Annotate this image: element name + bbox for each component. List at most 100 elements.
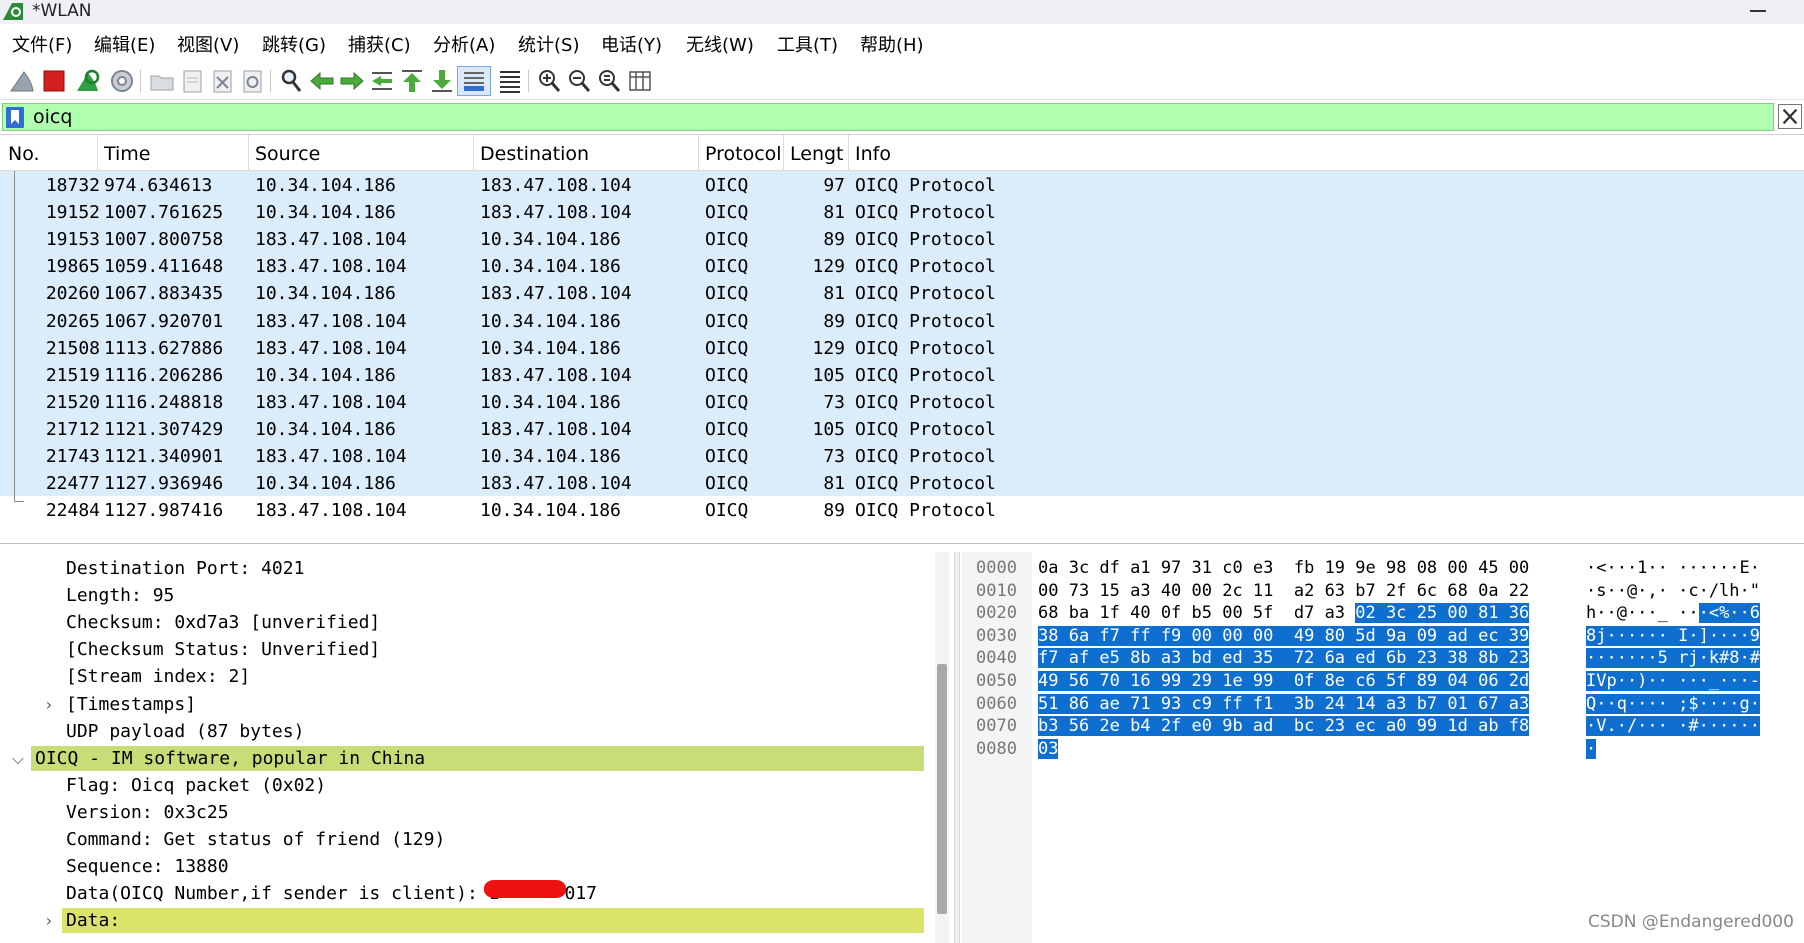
clear-filter-icon[interactable] (1778, 104, 1802, 129)
chevron-right-icon[interactable]: › (40, 911, 58, 930)
restart-capture-icon[interactable] (74, 67, 102, 95)
bytes-hex[interactable]: 00 73 15 a3 40 00 2c 11 a2 63 b7 2f 6c 6… (1038, 581, 1529, 601)
detail-row[interactable]: UDP payload (87 bytes) (0, 718, 930, 745)
menu-wireless[interactable]: 无线(W) (686, 31, 754, 57)
menu-go[interactable]: 跳转(G) (262, 31, 326, 57)
packet-row[interactable]: 21519 1116.206286 10.34.104.186 183.47.108.… (0, 363, 1804, 390)
detail-row[interactable]: Length: 95 (0, 582, 930, 609)
detail-row[interactable]: › [Timestamps] (0, 691, 930, 718)
column-header-source[interactable]: Source (255, 143, 320, 165)
cell-protocol: OICQ (705, 500, 749, 522)
bookmark-icon[interactable] (6, 107, 24, 128)
menu-analyze[interactable]: 分析(A) (433, 31, 495, 57)
detail-row[interactable]: [Checksum Status: Unverified] (0, 636, 930, 663)
chevron-down-icon[interactable]: ⌵ (9, 749, 27, 768)
packet-row[interactable]: 21743 1121.340901 183.47.108.104 10.34.104.… (0, 444, 1804, 471)
packet-row[interactable]: 20260 1067.883435 10.34.104.186 183.47.108.… (0, 281, 1804, 308)
detail-row[interactable]: › Data: (0, 907, 930, 934)
column-header-info[interactable]: Info (855, 143, 891, 165)
open-file-icon[interactable] (148, 67, 176, 95)
bytes-hex[interactable]: f7 af e5 8b a3 bd ed 35 72 6a ed 6b 23 3… (1038, 648, 1530, 669)
close-file-icon[interactable] (208, 67, 236, 95)
display-filter-input[interactable] (33, 104, 1733, 130)
find-packet-icon[interactable] (278, 67, 306, 95)
detail-row[interactable]: Destination Port: 4021 (0, 555, 930, 582)
packet-row[interactable]: 22477 1127.936946 10.34.104.186 183.47.108.… (0, 471, 1804, 498)
menu-tools[interactable]: 工具(T) (777, 31, 838, 57)
bytes-hex[interactable]: b3 56 2e b4 2f e0 9b ad bc 23 ec a0 99 1… (1038, 716, 1530, 737)
packet-row[interactable]: 19152 1007.761625 10.34.104.186 183.47.108.… (0, 200, 1804, 227)
cell-no: 19865 (45, 256, 100, 278)
reload-file-icon[interactable] (238, 67, 266, 95)
detail-row[interactable]: Checksum: 0xd7a3 [unverified] (0, 609, 930, 636)
hex-unselected: 0a 3c df a1 97 31 c0 e3 fb 19 9e 98 08 0… (1038, 558, 1530, 578)
menu-telephony[interactable]: 电话(Y) (601, 31, 662, 57)
go-forward-icon[interactable] (338, 67, 366, 95)
go-last-icon[interactable] (428, 67, 456, 95)
go-to-packet-icon[interactable] (368, 67, 396, 95)
packet-row[interactable]: 19865 1059.411648 183.47.108.104 10.34.104.… (0, 254, 1804, 281)
menu-edit[interactable]: 编辑(E) (94, 31, 155, 57)
bytes-ascii[interactable]: ·······5 rj·k#8·# (1586, 648, 1760, 669)
chevron-right-icon[interactable]: › (40, 695, 58, 714)
bytes-hex[interactable]: 68 ba 1f 40 0f b5 00 5f d7 a3 02 3c 25 0… (1038, 603, 1530, 624)
detail-row[interactable]: Version: 0x3c25 (0, 799, 930, 826)
bytes-ascii[interactable]: 8j······ I·]····9 (1586, 625, 1760, 646)
packet-row[interactable]: 20265 1067.920701 183.47.108.104 10.34.104.… (0, 309, 1804, 336)
go-first-icon[interactable] (398, 67, 426, 95)
detail-row[interactable]: [Stream index: 2] (0, 663, 930, 690)
detail-row[interactable]: Data(OICQ Number,if sender is client): 1… (0, 880, 930, 907)
resize-columns-icon[interactable] (626, 67, 654, 95)
bytes-ascii[interactable]: ·s··@·,· ·c·/lh·" (1586, 581, 1760, 601)
stop-capture-icon[interactable] (40, 67, 68, 95)
cell-length: 81 (823, 283, 845, 305)
bytes-ascii[interactable]: IVp··)·· ···_···- (1586, 671, 1760, 691)
column-header-no[interactable]: No. (8, 143, 40, 165)
go-back-icon[interactable] (308, 67, 336, 95)
zoom-in-icon[interactable] (536, 67, 564, 95)
menu-statistics[interactable]: 统计(S) (518, 31, 579, 57)
bytes-ascii[interactable]: ·<···1·· ······E· (1586, 558, 1760, 578)
packet-row[interactable]: 18732 974.634613 10.34.104.186 183.47.108.1… (0, 173, 1804, 200)
bytes-hex[interactable]: 03 (1038, 738, 1059, 759)
capture-options-icon[interactable] (108, 67, 136, 95)
packet-row[interactable]: 21520 1116.248818 183.47.108.104 10.34.104.… (0, 390, 1804, 417)
column-header-length[interactable]: Lengtl (790, 143, 845, 165)
bytes-hex[interactable]: 38 6a f7 ff f9 00 00 00 49 80 5d 9a 09 a… (1038, 625, 1530, 646)
details-scrollbar[interactable] (935, 552, 949, 943)
packet-row[interactable]: 21508 1113.627886 183.47.108.104 10.34.104.… (0, 336, 1804, 363)
detail-row[interactable]: Sequence: 13880 (0, 853, 930, 880)
column-header-destination[interactable]: Destination (480, 143, 589, 165)
bytes-ascii[interactable]: ·V.·/··· ·#······ (1586, 716, 1760, 737)
bytes-ascii[interactable]: · (1586, 738, 1597, 759)
packet-row[interactable]: 21712 1121.307429 10.34.104.186 183.47.108.… (0, 417, 1804, 444)
colorize-icon[interactable] (496, 67, 524, 95)
minimize-button[interactable] (1750, 10, 1766, 12)
detail-row[interactable]: Command: Get status of friend (129) (0, 826, 930, 853)
menu-file[interactable]: 文件(F) (12, 31, 72, 57)
bytes-hex[interactable]: 0a 3c df a1 97 31 c0 e3 fb 19 9e 98 08 0… (1038, 558, 1529, 578)
shark-fin-icon[interactable] (8, 67, 36, 95)
menu-help[interactable]: 帮助(H) (860, 31, 924, 57)
detail-row[interactable]: ⌵ OICQ - IM software, popular in China (0, 745, 930, 772)
packet-row[interactable]: 22484 1127.987416 183.47.108.104 10.34.104.… (0, 498, 1804, 525)
bytes-offset: 0040 (976, 648, 1017, 669)
bytes-hex[interactable]: 51 86 ae 71 93 c9 ff f1 3b 24 14 a3 b7 0… (1038, 693, 1530, 714)
details-scrollbar-thumb[interactable] (937, 664, 947, 914)
menu-capture[interactable]: 捕获(C) (348, 31, 411, 57)
column-header-time[interactable]: Time (104, 143, 151, 165)
menu-view[interactable]: 视图(V) (177, 31, 239, 57)
detail-row[interactable]: Flag: Oicq packet (0x02) (0, 772, 930, 799)
save-file-icon[interactable] (178, 67, 206, 95)
bytes-ascii[interactable]: h··@···_ ···<%··6 (1586, 603, 1761, 624)
packet-row[interactable]: 19153 1007.800758 183.47.108.104 10.34.104.… (0, 227, 1804, 254)
bytes-row: 0000 0a 3c df a1 97 31 c0 e3 fb 19 9e 98 … (962, 557, 1804, 579)
column-header-protocol[interactable]: Protocol (705, 143, 782, 165)
bytes-ascii[interactable]: Q··q···· ;$····g· (1586, 693, 1760, 714)
detail-text: Checksum: 0xd7a3 [unverified] (66, 612, 381, 634)
pane-splitter[interactable] (954, 552, 960, 943)
zoom-reset-icon[interactable] (596, 67, 624, 95)
detail-text: Sequence: 13880 (66, 856, 229, 878)
zoom-out-icon[interactable] (566, 67, 594, 95)
bytes-hex[interactable]: 49 56 70 16 99 29 1e 99 0f 8e c6 5f 89 0… (1038, 671, 1530, 691)
